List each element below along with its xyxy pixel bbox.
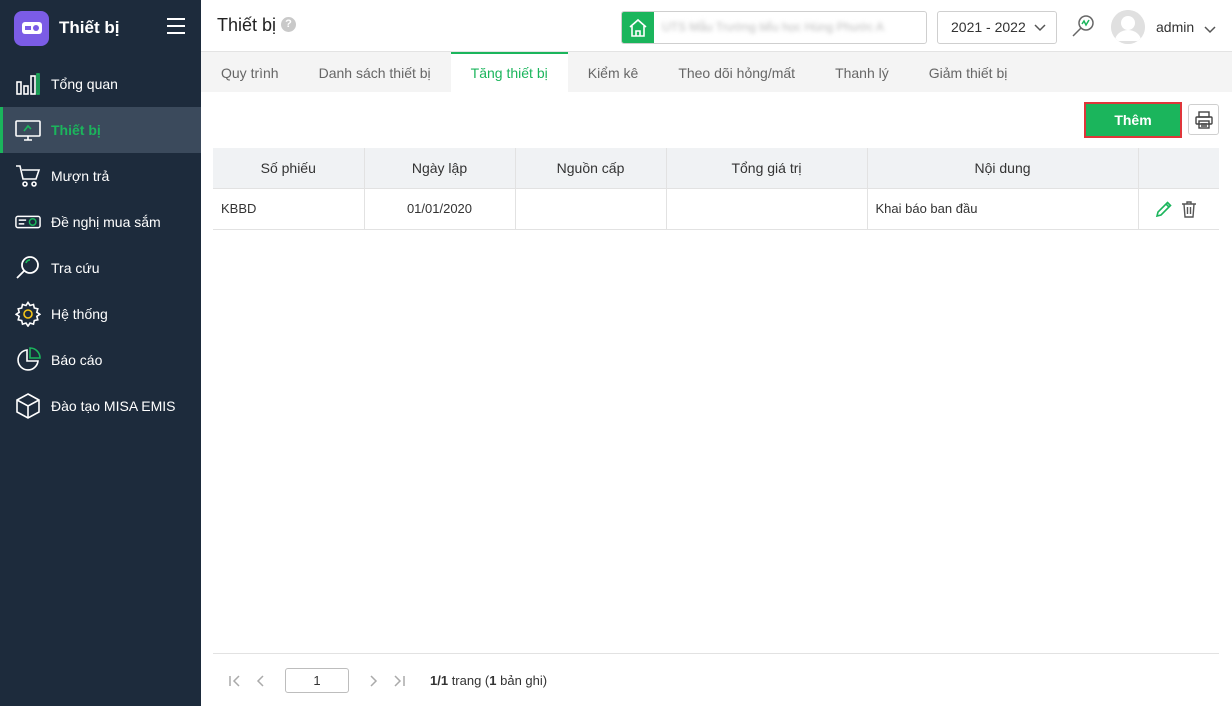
delete-icon[interactable] — [1181, 200, 1197, 218]
sidebar-item-label: Hệ thống — [51, 306, 108, 322]
edit-icon[interactable] — [1155, 200, 1173, 218]
table-header-row: Số phiếu Ngày lập Nguồn cấp Tổng giá trị… — [213, 148, 1219, 189]
tab-bar: Quy trình Danh sách thiết bị Tăng thiết … — [201, 52, 1232, 92]
sidebar-item-he-thong[interactable]: Hệ thống — [0, 291, 201, 337]
menu-toggle-icon[interactable] — [167, 18, 185, 34]
sidebar-item-muon-tra[interactable]: Mượn trả — [0, 153, 201, 199]
sidebar-item-label: Tổng quan — [51, 76, 118, 92]
school-name: UTS Mẫu Trường tiểu học Hùng Phước A — [662, 20, 884, 34]
sidebar-item-label: Mượn trả — [51, 168, 110, 184]
sidebar-item-dao-tao[interactable]: Đào tạo MISA EMIS — [0, 383, 201, 429]
school-year-value: 2021 - 2022 — [951, 19, 1026, 35]
sidebar: Thiết bị Tổng quan Thiết bị Mượn trả Đề — [0, 0, 201, 706]
tab-theo-doi-hong-mat[interactable]: Theo dõi hỏng/mất — [658, 52, 815, 92]
top-header: Thiết bị ? UTS Mẫu Trường tiểu học Hùng … — [201, 0, 1232, 52]
sidebar-item-label: Báo cáo — [51, 352, 103, 368]
search-key-icon[interactable] — [1070, 13, 1096, 39]
help-icon[interactable]: ? — [281, 17, 296, 32]
last-page-icon[interactable] — [391, 673, 407, 689]
search-icon — [15, 255, 41, 281]
pie-chart-icon — [15, 347, 41, 373]
table-row[interactable]: KBBD 01/01/2020 Khai báo ban đầu — [213, 188, 1219, 230]
cell-ngay-lap: 01/01/2020 — [364, 188, 516, 230]
first-page-icon[interactable] — [227, 673, 243, 689]
bar-chart-icon — [15, 71, 41, 97]
sidebar-item-bao-cao[interactable]: Báo cáo — [0, 337, 201, 383]
chevron-down-icon — [1034, 12, 1046, 43]
chevron-down-icon[interactable] — [1204, 21, 1216, 37]
school-selector[interactable]: UTS Mẫu Trường tiểu học Hùng Phước A — [621, 11, 927, 44]
column-header-nguon-cap[interactable]: Nguồn cấp — [515, 148, 667, 189]
column-header-actions — [1138, 148, 1219, 189]
gear-icon — [15, 301, 41, 327]
page-number-input[interactable] — [285, 668, 349, 693]
sidebar-item-de-nghi-mua-sam[interactable]: Đề nghị mua sắm — [0, 199, 201, 245]
tab-tang-thiet-bi[interactable]: Tăng thiết bị — [450, 52, 568, 92]
user-name[interactable]: admin — [1156, 19, 1194, 35]
cell-tong-gia-tri — [666, 188, 868, 230]
tab-danh-sach-thiet-bi[interactable]: Danh sách thiết bị — [299, 52, 451, 92]
avatar[interactable] — [1111, 10, 1145, 44]
projector-icon — [15, 209, 41, 235]
sidebar-item-tra-cuu[interactable]: Tra cứu — [0, 245, 201, 291]
tab-giam-thiet-bi[interactable]: Giảm thiết bị — [909, 52, 1028, 92]
column-header-tong-gia-tri[interactable]: Tổng giá trị — [666, 148, 868, 189]
data-table: Số phiếu Ngày lập Nguồn cấp Tổng giá trị… — [213, 148, 1219, 230]
sidebar-item-thiet-bi[interactable]: Thiết bị — [0, 107, 201, 153]
sidebar-item-tong-quan[interactable]: Tổng quan — [0, 61, 201, 107]
tab-thanh-ly[interactable]: Thanh lý — [815, 52, 909, 92]
home-icon — [622, 12, 654, 43]
sidebar-item-label: Đề nghị mua sắm — [51, 214, 161, 230]
pagination-info: 1/1 trang (1 bản ghi) — [430, 673, 547, 688]
printer-icon — [1194, 110, 1213, 129]
cell-nguon-cap — [515, 188, 667, 230]
sidebar-item-label: Tra cứu — [51, 260, 100, 276]
cell-actions — [1138, 188, 1219, 230]
tab-kiem-ke[interactable]: Kiểm kê — [568, 52, 659, 92]
add-button[interactable]: Thêm — [1084, 102, 1182, 138]
page-label: trang ( — [448, 673, 490, 688]
cart-icon — [15, 163, 41, 189]
prev-page-icon[interactable] — [253, 673, 269, 689]
pagination: 1/1 trang (1 bản ghi) — [213, 653, 1219, 706]
sidebar-menu: Tổng quan Thiết bị Mượn trả Đề nghị mua … — [0, 61, 201, 429]
page-title: Thiết bị — [217, 15, 277, 35]
app-logo-icon — [14, 10, 49, 46]
school-year-select[interactable]: 2021 - 2022 — [937, 11, 1057, 44]
print-button[interactable] — [1188, 104, 1219, 135]
record-label: bản ghi) — [496, 673, 548, 688]
box-icon — [15, 393, 41, 419]
page-count: 1/1 — [430, 673, 449, 688]
sidebar-item-label: Thiết bị — [51, 122, 101, 138]
column-header-so-phieu[interactable]: Số phiếu — [213, 148, 365, 189]
cell-noi-dung: Khai báo ban đầu — [867, 188, 1139, 230]
column-header-noi-dung[interactable]: Nội dung — [867, 148, 1139, 189]
sidebar-item-label: Đào tạo MISA EMIS — [51, 398, 176, 414]
column-header-ngay-lap[interactable]: Ngày lập — [364, 148, 516, 189]
cell-so-phieu: KBBD — [213, 188, 365, 230]
next-page-icon[interactable] — [365, 673, 381, 689]
monitor-icon — [15, 117, 41, 143]
app-title: Thiết bị — [59, 18, 120, 37]
record-count: 1 — [489, 673, 497, 688]
tab-quy-trinh[interactable]: Quy trình — [201, 52, 299, 92]
